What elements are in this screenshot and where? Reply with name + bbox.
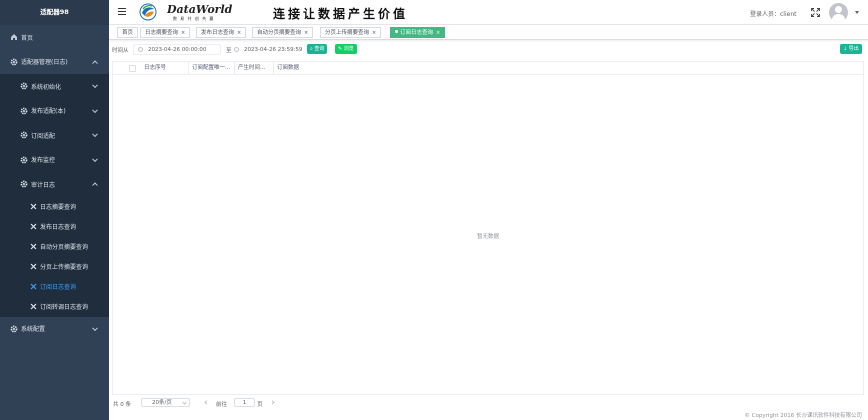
avatar[interactable] — [829, 3, 848, 22]
close-icon[interactable]: × — [181, 30, 185, 36]
start-date-input[interactable]: 2023-04-26 00:00:00 — [133, 44, 221, 55]
column-header[interactable]: 日志序号 — [141, 62, 189, 75]
end-date-input[interactable]: 2023-04-26 23:59:59 — [225, 44, 305, 55]
chevron-down-icon — [92, 107, 98, 113]
sidebar-item-audit[interactable]: 审计日志 — [0, 172, 109, 197]
brand-name: DataWorld — [167, 3, 233, 16]
close-icon[interactable]: × — [436, 30, 440, 36]
empty-text: 暂无数据 — [476, 234, 499, 240]
gear-icon — [10, 58, 18, 66]
tools-icon — [30, 283, 37, 290]
sidebar-item-home[interactable]: 首页 — [0, 25, 109, 50]
tags-view: 首页 日志摘要查询 × 发布日志查询 × 自动分页摘要查询 × 分页上传摘要查询 × 订… — [109, 25, 868, 40]
sidebar-item-label: 发布适配(本) — [31, 108, 66, 116]
caret-down-icon[interactable] — [855, 11, 859, 14]
sidebar-item-label: 订阅适配 — [31, 132, 56, 140]
sidebar: 适配器98 首页 适配器管理(日志) 系统初始化 发布适配(本) 订阅适配 发布… — [0, 0, 109, 420]
sidebar-group-adapter[interactable]: 适配器管理(日志) — [0, 50, 109, 75]
sidebar-item-label: 适配器管理(日志) — [21, 59, 68, 67]
gear-icon — [10, 325, 18, 333]
sidebar-leaf-auto-page[interactable]: 自动分页摘要查询 — [0, 237, 109, 257]
tools-icon — [30, 223, 37, 230]
goto-label: 前往 — [216, 402, 228, 408]
chevron-up-icon — [92, 60, 98, 66]
sidebar-leaf-publish-log[interactable]: 发布日志查询 — [0, 217, 109, 237]
home-icon — [10, 33, 18, 41]
close-icon[interactable]: × — [237, 30, 241, 36]
search-button[interactable]: ⌕ 查询 — [307, 44, 328, 54]
sidebar-item-label: 首页 — [21, 34, 34, 42]
clock-icon — [234, 47, 239, 52]
column-header[interactable]: 订阅配置唯一... — [189, 62, 235, 75]
chevron-down-icon — [92, 325, 98, 331]
copyright: © Copyright 2016 长沙课讯软件科技有限公司 — [744, 413, 862, 419]
select-all-checkbox[interactable] — [129, 65, 136, 72]
tools-icon — [30, 243, 37, 250]
pagination: 共 0 条 20条/页 前往 1 页 — [109, 398, 868, 408]
gear-icon — [20, 82, 28, 90]
sidebar-item-label: 发布监控 — [31, 157, 56, 165]
page-size-select[interactable]: 20条/页 — [141, 398, 190, 407]
chevron-down-icon — [92, 82, 98, 89]
brand-subtitle: 数 易 共 创 共 赢 — [173, 16, 215, 21]
chevron-down-icon — [92, 131, 98, 138]
tools-icon — [30, 263, 37, 270]
close-icon[interactable]: × — [372, 30, 376, 36]
gear-icon — [20, 180, 28, 188]
close-icon[interactable]: × — [304, 30, 308, 36]
column-header[interactable]: 产生时间... — [235, 62, 274, 75]
chevron-up-icon — [92, 182, 98, 189]
time-from-label: 时间从 — [112, 48, 129, 54]
table-header: 日志序号 订阅配置唯一... 产生时间... 订阅数据 — [113, 62, 863, 75]
sidebar-submenu: 系统初始化 发布适配(本) 订阅适配 发布监控 审计日志 日志摘要查询 发布日志… — [0, 74, 109, 317]
tab-publish-log[interactable]: 发布日志查询 × — [196, 27, 247, 38]
filter-bar: 时间从 2023-04-26 00:00:00 至 2023-04-26 23:… — [109, 43, 868, 57]
tools-icon — [30, 203, 37, 210]
sidebar-item-init[interactable]: 系统初始化 — [0, 74, 109, 99]
prev-page-icon[interactable] — [204, 400, 209, 405]
sidebar-leaf-subscribe-log[interactable]: 订阅日志查询 — [0, 277, 109, 297]
column-header[interactable]: 订阅数据 — [274, 62, 334, 75]
slogan: 连接让数据产生价值 — [273, 7, 409, 21]
sidebar-item-label: 系统配置 — [21, 326, 46, 334]
tab-log-summary[interactable]: 日志摘要查询 × — [140, 27, 191, 38]
navbar: DataWorld 数 易 共 创 共 赢 连接让数据产生价值 登录人员：cli… — [109, 0, 868, 25]
reset-button[interactable]: ✎ 浏览 — [335, 44, 357, 54]
total-count: 共 0 条 — [113, 402, 131, 408]
page-input[interactable]: 1 — [234, 398, 255, 407]
sidebar-item-label: 审计日志 — [31, 181, 56, 189]
sidebar-leaf-subscribe-transfer[interactable]: 订阅转调日志查询 — [0, 297, 109, 317]
chevron-down-icon — [182, 400, 187, 405]
tab-page-upload[interactable]: 分页上传摘要查询 × — [320, 27, 382, 38]
data-table: 日志序号 订阅配置唯一... 产生时间... 订阅数据 暂无数据 — [112, 61, 864, 395]
next-page-icon[interactable] — [270, 400, 275, 405]
gear-icon — [20, 156, 28, 164]
tab-subscribe-log[interactable]: 订阅日志查询 × — [390, 27, 446, 38]
gear-icon — [20, 107, 28, 115]
sidebar-title: 适配器98 — [0, 0, 109, 25]
user-label: 登录人员：client — [750, 11, 797, 18]
sidebar-item-subscribe[interactable]: 订阅适配 — [0, 123, 109, 148]
sidebar-item-label: 系统初始化 — [31, 83, 62, 91]
clock-icon — [138, 47, 143, 52]
chevron-down-icon — [92, 156, 98, 162]
export-button[interactable]: ⇣ 导出 — [840, 44, 862, 54]
gear-icon — [20, 131, 28, 139]
logo-icon — [139, 3, 157, 21]
page-suffix: 页 — [257, 402, 263, 408]
hamburger-icon[interactable] — [118, 8, 126, 16]
tools-icon — [30, 303, 37, 310]
tab-home[interactable]: 首页 — [117, 27, 139, 38]
sidebar-leaf-log-summary[interactable]: 日志摘要查询 — [0, 197, 109, 217]
tab-auto-page[interactable]: 自动分页摘要查询 × — [252, 27, 314, 38]
sidebar-leaf-page-upload[interactable]: 分页上传摘要查询 — [0, 257, 109, 277]
sidebar-item-config[interactable]: 系统配置 — [0, 317, 109, 342]
sidebar-item-monitor[interactable]: 发布监控 — [0, 148, 109, 173]
fullscreen-icon[interactable] — [811, 8, 820, 17]
sidebar-item-publish[interactable]: 发布适配(本) — [0, 99, 109, 124]
